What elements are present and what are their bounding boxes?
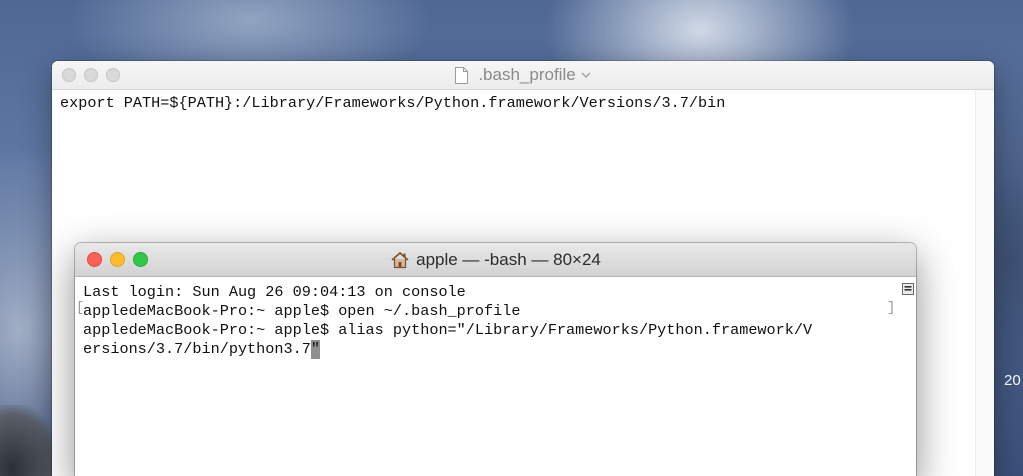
terminal-title: apple — -bash — 80×24 (416, 249, 601, 269)
terminal-scrollbar[interactable] (900, 277, 916, 476)
terminal-line: appledeMacBook-Pro:~ apple$ alias python… (83, 321, 813, 339)
terminal-line: Last login: Sun Aug 26 09:04:13 on conso… (83, 283, 466, 301)
editor-title: .bash_profile (478, 65, 576, 84)
terminal-line: appledeMacBook-Pro:~ apple$ open ~/.bash… (83, 302, 521, 320)
list-menu-icon[interactable] (902, 282, 914, 295)
editor-titlebar[interactable]: .bash_profile (52, 61, 994, 90)
terminal-cursor: " (310, 340, 320, 359)
desktop-wallpaper-rock (0, 405, 60, 476)
terminal-line-with-cursor: ersions/3.7/bin/python3.7" (83, 340, 908, 359)
terminal-output[interactable]: Last login: Sun Aug 26 09:04:13 on conso… (75, 277, 916, 365)
terminal-window[interactable]: apple — -bash — 80×24 Last login: Sun Au… (75, 243, 916, 476)
selection-bracket-right-icon: ] (887, 300, 896, 316)
editor-scrollbar[interactable] (975, 90, 994, 476)
chevron-down-icon[interactable] (581, 68, 591, 82)
editor-title-area[interactable]: .bash_profile (52, 61, 994, 89)
home-icon (390, 251, 410, 269)
desktop-clock-fragment: 20 (1004, 372, 1021, 389)
document-icon (455, 66, 469, 84)
terminal-line: ersions/3.7/bin/python3.7 (83, 340, 311, 358)
editor-text-area[interactable]: export PATH=${PATH}:/Library/Frameworks/… (52, 90, 994, 116)
editor-content: export PATH=${PATH}:/Library/Frameworks/… (60, 94, 726, 112)
terminal-titlebar[interactable]: apple — -bash — 80×24 (75, 243, 916, 277)
selection-bracket-left-icon: [ (76, 300, 85, 316)
terminal-title-area: apple — -bash — 80×24 (75, 243, 916, 276)
